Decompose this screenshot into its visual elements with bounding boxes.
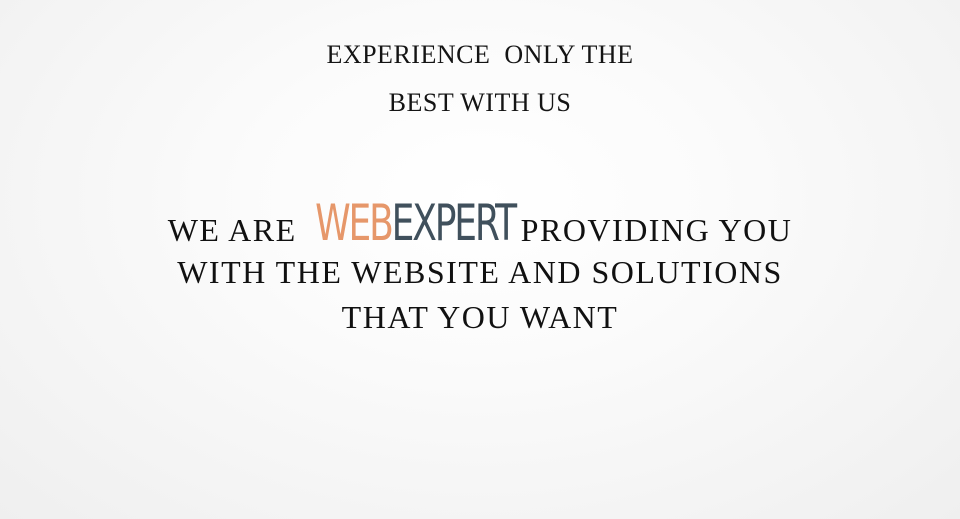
tagline-line-1: EXPERIENCE ONLY THE (326, 40, 634, 69)
tagline-line-2: BEST WITH US (388, 88, 572, 117)
webexpert-logo: WEB EXPERT (315, 198, 517, 248)
logo-expert-text: EXPERT (391, 194, 516, 252)
logo-web-text: WEB (314, 194, 394, 252)
hero-line-2: WITH THE WEBSITE AND SOLUTIONS (177, 254, 783, 290)
hero-prefix: WE ARE (167, 212, 297, 248)
hero-suffix: PROVIDING YOU (520, 212, 793, 248)
hero-line-3: THAT YOU WANT (341, 299, 619, 335)
hero-line-1: WE ARE WEB EXPERT PROVIDING YOU (0, 198, 960, 248)
page: EXPERIENCE ONLY THE BEST WITH US WE ARE … (0, 0, 960, 519)
